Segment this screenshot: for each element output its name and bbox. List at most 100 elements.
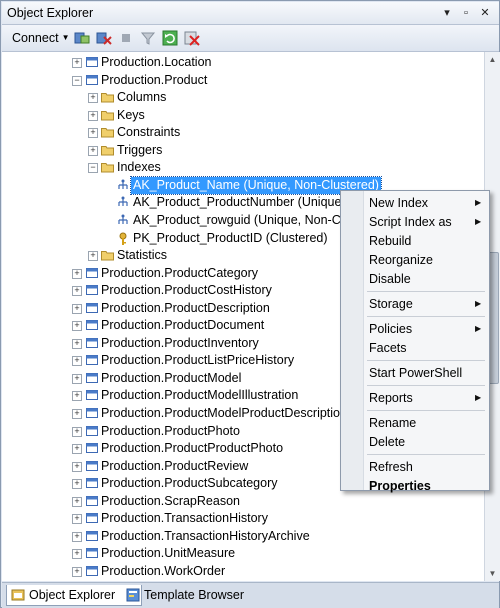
filter-icon[interactable] [140, 30, 156, 46]
expand-icon[interactable]: + [72, 462, 82, 472]
submenu-arrow-icon: ▶ [475, 299, 482, 308]
expand-icon[interactable]: + [72, 479, 82, 489]
expand-icon[interactable]: + [72, 444, 82, 454]
tree-node[interactable]: + Keys [2, 107, 484, 124]
tab-template-browser[interactable]: Template Browser [122, 585, 264, 605]
expand-icon[interactable]: + [72, 304, 82, 314]
expand-icon[interactable]: + [72, 286, 82, 296]
tree-node[interactable]: + Production.TransactionHistory [2, 510, 484, 527]
menu-item-properties[interactable]: Properties [369, 477, 431, 495]
tree-node-label: Production.WorkOrder [101, 564, 226, 578]
tree-node[interactable]: + Columns [2, 89, 484, 106]
expand-icon[interactable]: + [88, 146, 98, 156]
scroll-down-icon[interactable]: ▼ [485, 566, 500, 581]
expand-icon[interactable]: + [72, 427, 82, 437]
tree-node[interactable]: + Production.WorkOrder [2, 563, 484, 580]
title-buttons: ▾ ▫ ✕ [439, 5, 493, 21]
expand-icon[interactable]: + [88, 93, 98, 103]
connect-label: Connect [12, 31, 59, 45]
tree-node-label: Production.ProductCostHistory [101, 283, 272, 297]
expand-icon[interactable]: + [72, 321, 82, 331]
menu-item-start-powershell[interactable]: Start PowerShell [369, 364, 462, 382]
table-icon [86, 56, 98, 73]
expand-icon[interactable]: + [72, 549, 82, 559]
menu-item-script-index-as[interactable]: Script Index as [369, 213, 452, 231]
tree-node-label: Keys [117, 108, 145, 122]
tree-node[interactable]: + Production.UnitMeasure [2, 545, 484, 562]
expand-icon[interactable]: + [72, 497, 82, 507]
tree-node-label: AK_Product_rowguid (Unique, Non-Clus [133, 213, 357, 227]
collapse-icon[interactable]: − [88, 163, 98, 173]
tree-node[interactable]: − Indexes [2, 159, 484, 176]
tree-node[interactable]: + Constraints [2, 124, 484, 141]
expand-icon[interactable]: + [88, 251, 98, 261]
tree-node-label: Columns [117, 90, 167, 104]
tree-node-label: AK_Product_ProductNumber (Unique, N [133, 195, 358, 209]
menu-item-storage[interactable]: Storage [369, 295, 413, 313]
disconnect-icon[interactable] [96, 30, 112, 46]
expand-icon[interactable]: + [72, 514, 82, 524]
connect-icon[interactable] [74, 30, 90, 46]
expand-icon[interactable]: + [72, 391, 82, 401]
menu-item-rebuild[interactable]: Rebuild [369, 232, 411, 250]
object-explorer-icon [11, 588, 25, 608]
menu-item-reports[interactable]: Reports [369, 389, 413, 407]
pin-icon[interactable]: ▫ [458, 5, 474, 21]
menu-item-reorganize[interactable]: Reorganize [369, 251, 433, 269]
tree-node-label: Production.ProductReview [101, 459, 249, 473]
expand-icon[interactable]: + [72, 409, 82, 419]
tree-node-label: Production.Product [101, 73, 208, 87]
menu-item-new-index[interactable]: New Index [369, 194, 428, 212]
tree-node[interactable]: − Production.Product [2, 72, 484, 89]
collapse-icon[interactable]: − [72, 76, 82, 86]
table-icon [86, 512, 98, 529]
menu-item-delete[interactable]: Delete [369, 433, 405, 451]
menu-separator [367, 360, 485, 361]
dropdown-icon[interactable]: ▾ [439, 5, 455, 21]
menu-item-facets[interactable]: Facets [369, 339, 407, 357]
tree-node[interactable]: + Triggers [2, 142, 484, 159]
tree-node[interactable]: + Production.Location [2, 54, 484, 71]
scroll-up-icon[interactable]: ▲ [485, 52, 500, 67]
index-icon [117, 196, 129, 213]
tab-label: Object Explorer [29, 588, 116, 602]
connect-button[interactable]: Connect ▼ [12, 31, 69, 45]
expand-icon[interactable]: + [72, 532, 82, 542]
expand-icon[interactable]: + [72, 356, 82, 366]
tree-node-label: Production.UnitMeasure [101, 546, 236, 560]
expand-icon[interactable]: + [72, 567, 82, 577]
expand-icon[interactable]: + [72, 374, 82, 384]
folder-icon [101, 126, 114, 143]
toolbar: Connect ▼ [2, 25, 499, 52]
menu-item-refresh[interactable]: Refresh [369, 458, 413, 476]
expand-icon[interactable]: + [88, 111, 98, 121]
expand-icon[interactable]: + [72, 58, 82, 68]
stop-icon[interactable] [118, 30, 134, 46]
menu-separator [367, 410, 485, 411]
submenu-arrow-icon: ▶ [475, 324, 482, 333]
expand-icon[interactable]: + [88, 128, 98, 138]
menu-item-policies[interactable]: Policies [369, 320, 412, 338]
index-icon [117, 214, 129, 231]
close-icon[interactable]: ✕ [477, 5, 493, 21]
bottom-tab-strip: Object Explorer Template Browser [2, 582, 499, 608]
tree-node-label: Production.ProductInventory [101, 336, 259, 350]
menu-item-rename[interactable]: Rename [369, 414, 416, 432]
table-icon [86, 319, 98, 336]
tree-node-label: Triggers [117, 143, 163, 157]
refresh-icon[interactable] [162, 30, 178, 46]
submenu-arrow-icon: ▶ [475, 393, 482, 402]
context-menu: New Index ▶ Script Index as ▶ Rebuild Reorgan… [340, 190, 490, 493]
tree-node-label: Production.Location [101, 55, 212, 69]
tree-node-label: Production.TransactionHistoryArchive [101, 529, 310, 543]
folder-icon [101, 249, 114, 266]
tree-node-label: PK_Product_ProductID (Clustered) [133, 231, 328, 245]
tree-node[interactable]: + Production.TransactionHistoryArchive [2, 528, 484, 545]
expand-icon[interactable]: + [72, 269, 82, 279]
table-icon [86, 407, 98, 424]
menu-item-disable[interactable]: Disable [369, 270, 411, 288]
remove-filter-icon[interactable] [184, 30, 200, 46]
expand-icon[interactable]: + [72, 339, 82, 349]
tree-node[interactable]: + Production.ScrapReason [2, 493, 484, 510]
submenu-arrow-icon: ▶ [475, 217, 482, 226]
